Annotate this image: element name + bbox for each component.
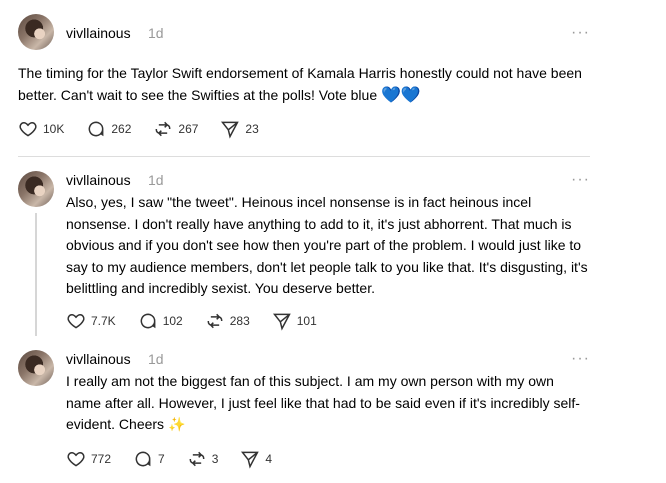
post-text-content: I really am not the biggest fan of this …: [66, 373, 580, 432]
avatar[interactable]: [18, 350, 54, 386]
post-actions: 10K 262 267 23: [18, 119, 281, 139]
comment-icon: [88, 121, 104, 137]
like-count: 7.7K: [91, 314, 116, 328]
send-icon: [221, 121, 240, 139]
username[interactable]: vivllainous: [66, 25, 131, 41]
like-count: 772: [91, 452, 112, 466]
share-button[interactable]: 4: [240, 449, 272, 469]
blue-heart-emoji: 💙💙: [381, 86, 421, 104]
post-time: 1d: [148, 172, 164, 188]
username[interactable]: vivllainous: [66, 172, 131, 188]
more-options-icon[interactable]: ···: [571, 25, 590, 41]
reply-count: 262: [111, 122, 132, 136]
reply-count: 102: [162, 314, 183, 328]
sparkles-emoji: ✨: [167, 416, 186, 432]
heart-icon: [19, 121, 37, 137]
post-actions: 772 7 3 4: [66, 449, 294, 469]
reply-button[interactable]: 102: [138, 311, 183, 331]
repost-count: 283: [229, 314, 250, 328]
share-count: 4: [265, 452, 273, 466]
thread-line: [35, 213, 37, 336]
like-button[interactable]: 772: [66, 449, 111, 469]
send-icon: [272, 313, 291, 331]
more-options-icon[interactable]: ···: [571, 172, 590, 188]
post-time: 1d: [148, 351, 164, 367]
repost-button[interactable]: 3: [187, 449, 219, 469]
post-time: 1d: [148, 25, 164, 41]
reply-button[interactable]: 262: [86, 119, 131, 139]
heart-icon: [67, 313, 85, 329]
repost-count: 3: [211, 452, 219, 466]
username[interactable]: vivllainous: [66, 351, 131, 367]
like-count: 10K: [43, 122, 65, 136]
share-count: 101: [296, 314, 317, 328]
avatar[interactable]: [18, 14, 54, 50]
post-actions: 7.7K 102 283 101: [66, 311, 339, 331]
comment-icon: [140, 313, 156, 329]
post-text: I really am not the biggest fan of this …: [66, 371, 588, 436]
avatar[interactable]: [18, 171, 54, 207]
reply-button[interactable]: 7: [133, 449, 165, 469]
share-button[interactable]: 23: [220, 119, 259, 139]
share-count: 23: [245, 122, 259, 136]
post-text: The timing for the Taylor Swift endorsem…: [18, 63, 593, 106]
send-icon: [241, 451, 260, 469]
divider: [18, 156, 590, 157]
repost-icon: [155, 121, 171, 137]
reply-count: 7: [158, 452, 165, 466]
more-options-icon[interactable]: ···: [571, 351, 590, 367]
like-button[interactable]: 7.7K: [66, 311, 116, 331]
repost-icon: [189, 451, 205, 467]
share-button[interactable]: 101: [272, 311, 317, 331]
post-text: Also, yes, I saw "the tweet". Heinous in…: [66, 194, 588, 296]
post-text-content: The timing for the Taylor Swift endorsem…: [18, 65, 582, 103]
repost-button[interactable]: 283: [205, 311, 250, 331]
comment-icon: [135, 451, 151, 467]
repost-button[interactable]: 267: [153, 119, 198, 139]
repost-icon: [207, 313, 223, 329]
heart-icon: [67, 451, 85, 467]
like-button[interactable]: 10K: [18, 119, 64, 139]
repost-count: 267: [178, 122, 199, 136]
